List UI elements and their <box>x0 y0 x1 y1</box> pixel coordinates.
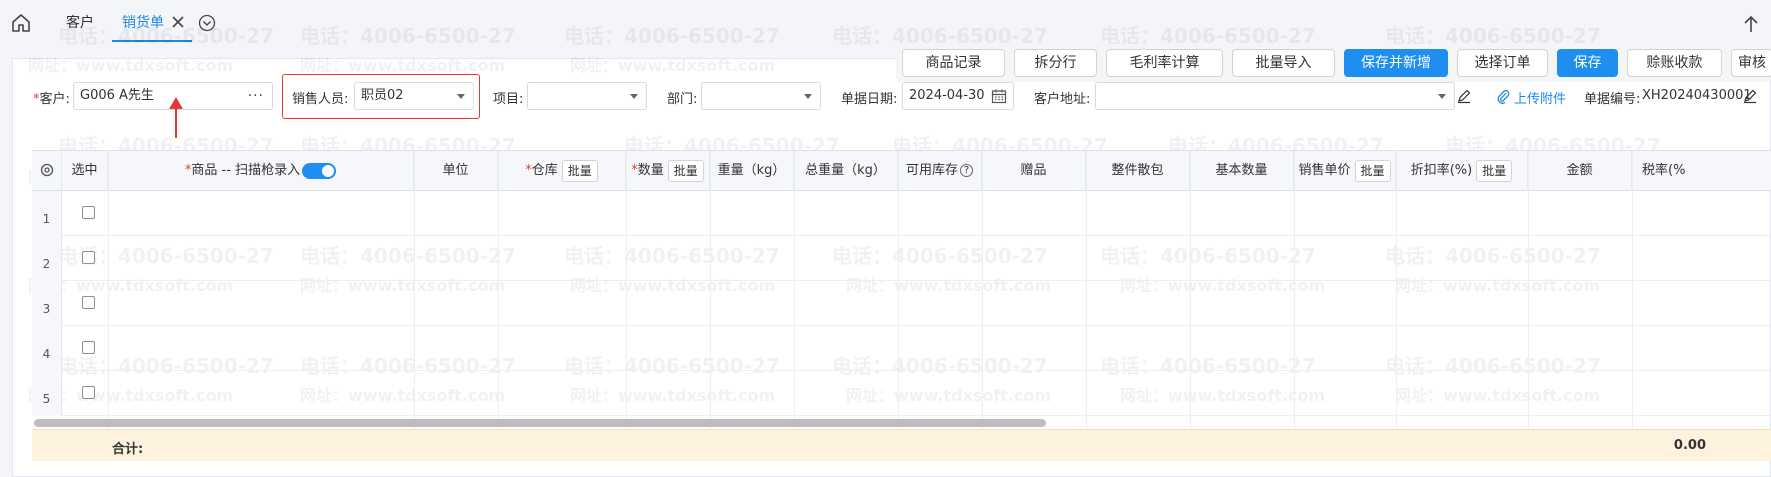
row-number: 4 <box>32 326 62 371</box>
address-label: 客户地址: <box>1034 92 1091 107</box>
date-input[interactable]: 2024-04-30 <box>902 82 1014 110</box>
column-settings-cell[interactable] <box>32 151 62 191</box>
gross-margin-button[interactable]: 毛利率计算 <box>1106 49 1223 77</box>
arrow-up-icon[interactable] <box>1742 14 1760 34</box>
row-checkbox[interactable] <box>82 206 95 219</box>
settings-icon[interactable] <box>40 163 54 177</box>
column-unit-price: 销售单价 批量 <box>1294 151 1396 191</box>
credit-receipt-button[interactable]: 赊账收款 <box>1627 49 1722 77</box>
select-order-button[interactable]: 选择订单 <box>1457 49 1548 77</box>
row-checkbox[interactable] <box>82 251 95 264</box>
tab-sales-order[interactable]: 销货单 <box>122 12 164 34</box>
product-grid: 选中 *商品 -- 扫描枪录入 单位 *仓库 批量 *数量 批量 重量（kg） 总重… <box>32 150 1771 461</box>
table-row: 4 <box>32 326 1771 371</box>
project-label: 项目: <box>493 92 524 107</box>
header-form: *客户: G006 A先生 ··· 销售人员: 职员02 项目: 部门: 单据日… <box>0 80 1771 112</box>
active-tab-indicator <box>112 40 192 42</box>
calendar-icon[interactable] <box>991 88 1007 104</box>
row-number: 3 <box>32 281 62 326</box>
upload-attachment-link[interactable]: 上传附件 <box>1514 88 1566 107</box>
table-row: 3 <box>32 281 1771 326</box>
grid-header: 选中 *商品 -- 扫描枪录入 单位 *仓库 批量 *数量 批量 重量（kg） 总重… <box>32 151 1771 191</box>
action-toolbar: 商品记录 拆分行 毛利率计算 批量导入 保存并新增 选择订单 保存 赊账收款 审… <box>896 44 1771 82</box>
paperclip-icon[interactable] <box>1496 88 1510 104</box>
save-button[interactable]: 保存 <box>1557 49 1618 77</box>
save-and-new-button[interactable]: 保存并新增 <box>1344 49 1448 77</box>
address-select[interactable] <box>1095 82 1455 110</box>
row-checkbox[interactable] <box>82 386 95 399</box>
price-batch-button[interactable]: 批量 <box>1354 159 1391 182</box>
edit-docno-icon[interactable] <box>1742 88 1758 104</box>
home-icon[interactable] <box>10 12 32 34</box>
department-label: 部门: <box>667 92 698 107</box>
salesperson-highlight-box <box>282 74 480 119</box>
row-checkbox[interactable] <box>82 341 95 354</box>
customer-value: G006 A先生 <box>80 88 154 103</box>
column-available-stock: 可用库存? <box>898 151 982 191</box>
discount-batch-button[interactable]: 批量 <box>1476 159 1513 182</box>
department-select[interactable] <box>701 82 821 110</box>
document-number-value: XH20240430001 <box>1642 88 1752 103</box>
column-tax-rate: 税率(% <box>1642 163 1686 178</box>
column-warehouse: *仓库 批量 <box>498 151 626 191</box>
close-icon[interactable] <box>170 14 186 30</box>
chevron-down-icon <box>804 94 812 99</box>
tab-customer[interactable]: 客户 <box>66 12 94 34</box>
chevron-down-icon <box>1438 94 1446 99</box>
horizontal-scrollbar[interactable] <box>34 419 1046 427</box>
help-icon[interactable]: ? <box>960 164 973 177</box>
edit-address-icon[interactable] <box>1456 88 1472 104</box>
red-arrow-annotation <box>169 97 183 138</box>
column-unit: 单位 <box>414 151 498 191</box>
date-label: 单据日期: <box>841 92 898 107</box>
customer-label: *客户: <box>33 92 70 107</box>
summary-amount: 0.00 <box>1673 438 1706 453</box>
approve-button[interactable]: 审核 <box>1731 49 1771 77</box>
column-product: *商品 -- 扫描枪录入 <box>108 151 414 191</box>
row-number: 1 <box>32 191 62 236</box>
batch-import-button[interactable]: 批量导入 <box>1232 49 1335 77</box>
more-icon[interactable]: ··· <box>248 83 264 109</box>
split-row-button[interactable]: 拆分行 <box>1014 49 1097 77</box>
table-row: 2 <box>32 236 1771 281</box>
column-discount: 折扣率(%) 批量 <box>1396 151 1528 191</box>
summary-label: 合计: <box>112 442 144 457</box>
product-history-button[interactable]: 商品记录 <box>902 49 1005 77</box>
document-number-label: 单据编号: <box>1584 92 1641 107</box>
column-base-quantity: 基本数量 <box>1190 151 1294 191</box>
date-value: 2024-04-30 <box>909 88 985 103</box>
column-gift: 赠品 <box>982 151 1086 191</box>
row-number: 2 <box>32 236 62 281</box>
table-row: 5 <box>32 371 1771 416</box>
warehouse-batch-button[interactable]: 批量 <box>561 159 598 182</box>
project-select[interactable] <box>527 82 647 110</box>
column-pack: 整件散包 <box>1086 151 1190 191</box>
column-quantity: *数量 批量 <box>626 151 710 191</box>
chevron-down-icon <box>630 94 638 99</box>
column-select: 选中 <box>62 151 108 191</box>
column-amount: 金额 <box>1528 151 1632 191</box>
row-checkbox[interactable] <box>82 296 95 309</box>
table-row: 1 <box>32 191 1771 236</box>
summary-row: 合计: 0.00 <box>32 429 1771 461</box>
column-weight: 重量（kg） <box>710 151 794 191</box>
tab-bar: 客户 销货单 <box>0 0 1771 48</box>
row-number: 5 <box>32 371 62 416</box>
chevron-down-circle-icon[interactable] <box>198 14 216 32</box>
quantity-batch-button[interactable]: 批量 <box>667 159 704 182</box>
scanner-toggle[interactable] <box>302 162 337 179</box>
column-total-weight: 总重量（kg） <box>794 151 898 191</box>
